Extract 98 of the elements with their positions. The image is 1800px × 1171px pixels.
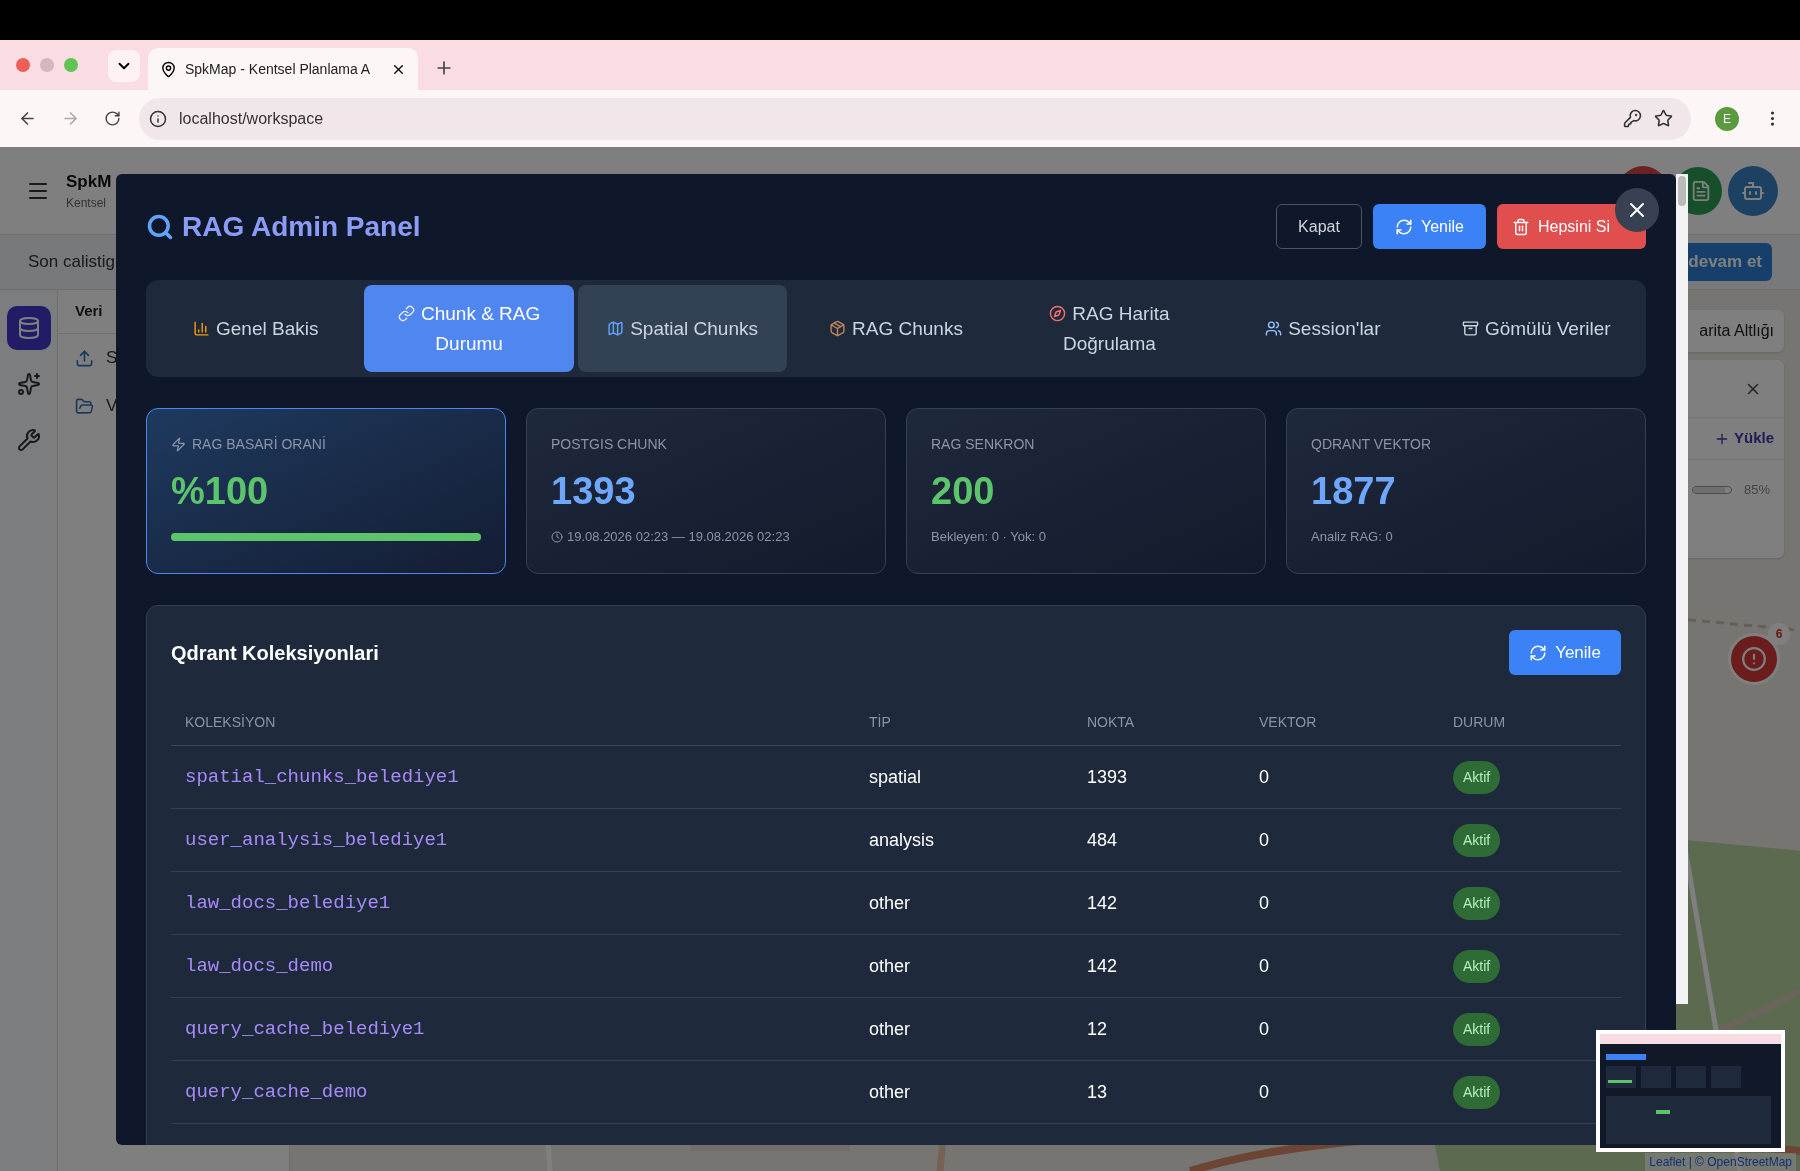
upload-icon <box>75 348 94 368</box>
refresh-icon <box>1395 217 1413 236</box>
close-panel-button[interactable]: Kapat <box>1276 204 1362 249</box>
site-info-icon[interactable] <box>149 109 167 128</box>
column-header: DURUM <box>1452 713 1507 732</box>
collection-name[interactable]: query_cache_demo <box>171 1077 855 1107</box>
basemap-title: arita Altlığı <box>1699 321 1774 341</box>
panel-tab[interactable]: Spatial Chunks <box>577 285 788 372</box>
key-icon[interactable] <box>1623 109 1642 128</box>
back-icon[interactable] <box>18 109 37 128</box>
collection-name[interactable]: law_docs_belediye1 <box>171 888 855 918</box>
link-icon <box>397 304 415 322</box>
search-icon <box>146 212 174 241</box>
table-cell-text: other <box>868 1080 912 1104</box>
assistant-button[interactable] <box>1728 165 1778 216</box>
table-cell-text: 0 <box>1258 1017 1270 1041</box>
tab-title: SpkMap - Kentsel Planlama A <box>185 59 372 79</box>
table-cell-text: 0 <box>1258 765 1270 789</box>
upload-button[interactable]: Yükle <box>1713 427 1774 450</box>
section-title: Qdrant Koleksiyonlari <box>171 640 379 666</box>
column-header: KOLEKSİYON <box>184 713 277 732</box>
table-cell-text: 0 <box>1258 891 1270 915</box>
modal-title: RAG Admin Panel <box>182 209 421 244</box>
alert-icon <box>1741 646 1767 672</box>
folder-icon <box>75 396 94 416</box>
table-cell-text: 484 <box>1086 828 1119 852</box>
stat-label: RAG BASARİ ORANİ <box>192 434 326 454</box>
address-bar[interactable]: localhost/workspace <box>139 97 1691 140</box>
collection-name[interactable]: spatial_chunks_belediye1 <box>171 762 855 792</box>
refresh-icon <box>1529 643 1548 662</box>
stat-note: 19.08.2026 02:23 — 19.08.2026 02:23 <box>567 528 790 546</box>
browser-tab[interactable]: SpkMap - Kentsel Planlama A <box>148 48 418 90</box>
table-cell-text: analysis <box>868 828 936 852</box>
table-cell-text: other <box>868 891 912 915</box>
panel-tab[interactable]: Gömülü Veriler <box>1431 285 1641 372</box>
resume-text: Son calistig <box>28 251 115 274</box>
table-cell-text: 142 <box>1086 891 1119 915</box>
stat-label: RAG SENKRON <box>931 434 1035 454</box>
opacity-slider[interactable] <box>1692 487 1726 493</box>
stat-value: %100 <box>171 469 270 514</box>
column-header: NOKTA <box>1086 713 1136 732</box>
panel-tab[interactable]: RAG Chunks <box>791 285 1001 372</box>
status-badge: Aktif <box>1453 1012 1501 1046</box>
stat-value: 1393 <box>551 469 637 514</box>
table-cell-text: other <box>868 1017 912 1041</box>
status-badge: Aktif <box>1453 886 1501 920</box>
status-badge: Aktif <box>1453 760 1501 794</box>
trash-icon <box>1512 217 1530 236</box>
cabinet-icon <box>1461 319 1479 337</box>
bar-chart-icon <box>193 319 210 337</box>
table-cell-text: 142 <box>1086 954 1119 978</box>
reload-icon[interactable] <box>104 110 121 127</box>
pin-icon <box>160 60 177 78</box>
refresh-button[interactable]: Yenile <box>1509 630 1621 675</box>
panel-item[interactable]: S <box>106 345 118 371</box>
map-icon <box>607 319 625 337</box>
stat-value: 200 <box>931 469 996 514</box>
document-icon <box>1690 179 1712 202</box>
people-icon <box>1265 319 1283 337</box>
panel-tab[interactable]: RAG Harita Doğrulama <box>1004 285 1215 372</box>
opacity-reading: 85% <box>1743 481 1770 500</box>
package-icon <box>829 319 847 337</box>
table-cell-text: other <box>868 954 912 978</box>
column-header: TİP <box>868 713 892 732</box>
table-cell-text: 0 <box>1258 1080 1270 1104</box>
close-button[interactable] <box>1615 188 1659 232</box>
status-badge: Aktif <box>1453 1075 1501 1109</box>
compass-icon <box>1049 304 1067 322</box>
app-title: SpkM <box>66 170 112 193</box>
table-cell-text: 0 <box>1258 954 1270 978</box>
table-cell-text: 1393 <box>1086 765 1129 789</box>
panel-tab[interactable]: Chunk & RAG Durumu <box>364 285 574 372</box>
column-header: VEKTOR <box>1258 713 1318 732</box>
collection-name[interactable]: law_docs_demo <box>171 951 855 981</box>
collection-name[interactable]: user_analysis_belediye1 <box>171 825 855 855</box>
bolt-icon <box>171 436 186 452</box>
stat-label: POSTGIS CHUNK <box>551 434 667 454</box>
stat-label: QDRANT VEKTOR <box>1311 434 1432 454</box>
status-badge: Aktif <box>1453 823 1501 857</box>
stat-value: 1877 <box>1311 469 1397 514</box>
status-badge: Aktif <box>1453 949 1501 983</box>
stat-note: Analiz RAG: 0 <box>1311 528 1394 546</box>
collection-name[interactable]: query_cache_belediye1 <box>171 1014 855 1044</box>
table-cell-text: 0 <box>1258 828 1270 852</box>
table-cell-text: 12 <box>1086 1017 1109 1041</box>
table-cell-text: spatial <box>868 765 923 789</box>
clock-icon <box>551 530 563 543</box>
app-subtitle: Kentsel <box>66 195 108 213</box>
profile-avatar[interactable]: E <box>1715 106 1739 131</box>
table-cell-text: 13 <box>1086 1080 1109 1104</box>
map-attribution[interactable]: Leaflet | © OpenStreetMap <box>1645 1153 1796 1171</box>
panel-tab[interactable]: Session'lar <box>1218 285 1428 372</box>
url-text: localhost/workspace <box>179 108 325 129</box>
database-icon[interactable] <box>6 306 51 350</box>
tab-list-button[interactable] <box>108 50 140 82</box>
stat-note: Bekleyen: 0 · Yok: 0 <box>931 528 1047 546</box>
refresh-button[interactable]: Yenile <box>1373 204 1486 249</box>
bookmark-star-icon[interactable] <box>1654 109 1673 128</box>
